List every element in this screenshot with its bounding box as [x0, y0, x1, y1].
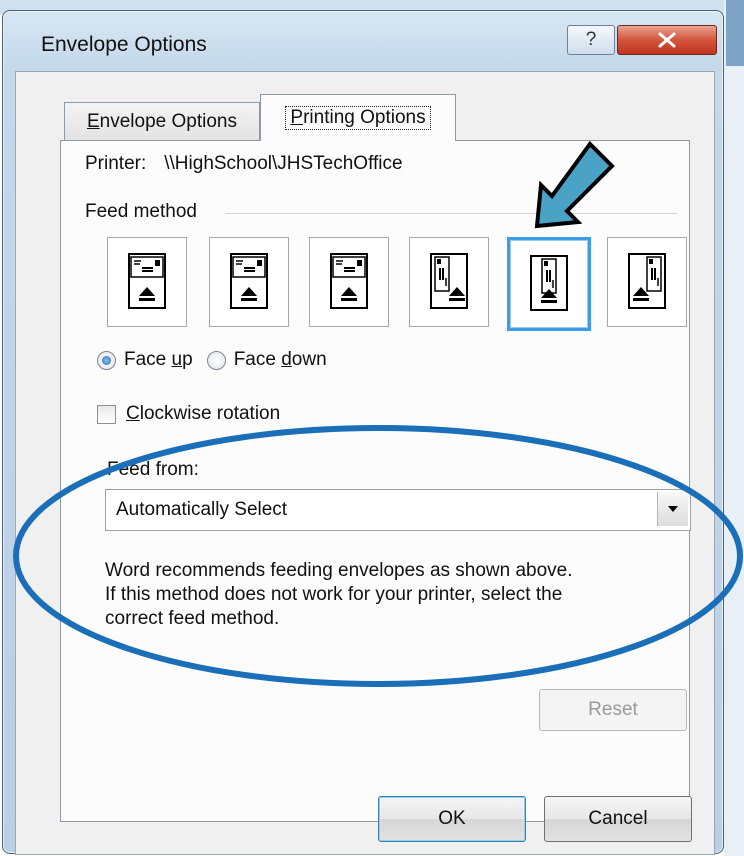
- feed-option-portrait-center[interactable]: [507, 237, 591, 331]
- help-button[interactable]: ?: [567, 25, 615, 55]
- feed-option-portrait-right[interactable]: [607, 237, 687, 327]
- clockwise-rotation-row: Clockwise rotation: [97, 403, 280, 425]
- envelope-feed-icon: [230, 253, 268, 309]
- feed-method-label: Feed method: [85, 201, 197, 222]
- dialog-client-area: Envelope Options Printing Options Printe…: [15, 71, 715, 855]
- feed-from-dropdown-button[interactable]: [657, 492, 688, 526]
- feed-method-note: Word recommends feeding envelopes as sho…: [105, 559, 675, 631]
- dialog-title: Envelope Options: [41, 33, 207, 56]
- envelope-feed-icon: [330, 253, 368, 309]
- feed-from-select[interactable]: Automatically Select: [105, 489, 691, 531]
- note-line: correct feed method.: [105, 608, 280, 629]
- cancel-button[interactable]: Cancel: [544, 796, 692, 842]
- tab-printing-options[interactable]: Printing Options: [260, 94, 456, 141]
- desktop-backdrop-strip: [726, 0, 744, 66]
- face-down-radio[interactable]: [206, 350, 226, 370]
- envelope-feed-icon: [628, 253, 666, 309]
- printer-label: Printer:: [85, 153, 147, 174]
- envelope-feed-icon: [530, 255, 568, 311]
- close-icon: [658, 32, 676, 48]
- printer-row: Printer: \\HighSchool\JHSTechOffice: [85, 153, 403, 175]
- tab-printing-options-label: Printing Options: [285, 106, 431, 130]
- feed-option-landscape-center[interactable]: [209, 237, 289, 327]
- feed-method-divider: [225, 213, 677, 214]
- printer-value: \\HighSchool\JHSTechOffice: [164, 153, 403, 174]
- printing-options-panel: Printer: \\HighSchool\JHSTechOffice Feed …: [60, 140, 691, 822]
- note-line: Word recommends feeding envelopes as sho…: [105, 560, 573, 581]
- tab-envelope-options[interactable]: Envelope Options: [64, 102, 260, 141]
- face-down-label[interactable]: Face down: [234, 349, 327, 371]
- clockwise-rotation-checkbox[interactable]: [97, 404, 116, 424]
- clockwise-rotation-label[interactable]: Clockwise rotation: [126, 403, 280, 425]
- feed-from-value: Automatically Select: [116, 499, 288, 520]
- radio-selected-dot: [102, 355, 111, 365]
- feed-option-portrait-left[interactable]: [409, 237, 489, 327]
- face-radio-group: Face up Face down: [97, 349, 341, 371]
- close-button[interactable]: [617, 25, 717, 55]
- help-icon: ?: [585, 29, 597, 50]
- desktop-backdrop-right: [724, 0, 744, 856]
- note-line: If this method does not work for your pr…: [105, 584, 563, 605]
- face-up-radio[interactable]: [97, 350, 116, 370]
- reset-button[interactable]: Reset: [539, 689, 687, 731]
- face-up-label[interactable]: Face up: [124, 349, 193, 371]
- chevron-down-icon: [668, 506, 678, 512]
- tab-envelope-options-label: Envelope Options: [86, 111, 237, 132]
- envelope-feed-icon: [430, 253, 468, 309]
- envelope-feed-icon: [128, 253, 166, 309]
- feed-option-landscape-right[interactable]: [309, 237, 389, 327]
- feed-option-landscape-left[interactable]: [107, 237, 187, 327]
- envelope-options-dialog: Envelope Options ? Envelope Options Prin…: [2, 10, 724, 855]
- ok-button[interactable]: OK: [378, 796, 526, 842]
- feed-from-label: Feed from:: [107, 459, 199, 480]
